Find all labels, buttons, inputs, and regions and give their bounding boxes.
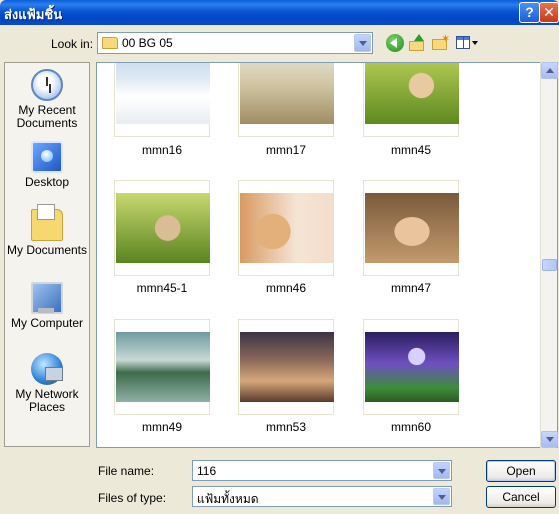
file-type-value: แฟ้มทั้งหมด (197, 492, 259, 506)
back-icon[interactable] (386, 34, 404, 52)
place-label: My Computer (10, 316, 84, 330)
thumbnail (238, 180, 334, 276)
scroll-up-icon[interactable] (541, 62, 558, 79)
thumbnail (363, 63, 459, 137)
views-menu-icon[interactable] (455, 34, 479, 52)
file-name: mmn16 (141, 143, 182, 157)
file-name-field[interactable]: 116 (192, 460, 452, 481)
place-label: My Documents (6, 243, 88, 257)
vertical-scrollbar[interactable] (540, 62, 558, 448)
thumbnail (363, 319, 459, 415)
image-thumbnail (365, 63, 459, 124)
close-button[interactable]: ✕ (539, 2, 559, 23)
thumbnail (363, 180, 459, 276)
place-label: Desktop (24, 175, 70, 189)
image-thumbnail (240, 63, 334, 124)
thumbnail (114, 63, 210, 137)
thumbnail (238, 319, 334, 415)
chevron-down-icon[interactable] (433, 462, 450, 479)
look-in-label: Look in: (51, 37, 94, 51)
help-button[interactable]: ? (519, 2, 540, 23)
cancel-button[interactable]: Cancel (486, 486, 556, 508)
file-name: mmn47 (390, 281, 431, 295)
network-places-icon (31, 353, 63, 385)
open-button[interactable]: Open (486, 460, 556, 482)
image-thumbnail (116, 63, 210, 124)
thumbnail (114, 319, 210, 415)
place-my-documents[interactable]: My Documents (5, 204, 89, 257)
place-label: My Recent Documents (16, 103, 78, 130)
scrollbar-thumb[interactable] (542, 259, 557, 271)
up-folder-icon[interactable] (408, 34, 426, 52)
file-name: mmn45-1 (136, 281, 188, 295)
scroll-down-icon[interactable] (541, 431, 558, 448)
look-in-dropdown[interactable]: 00 BG 05 (97, 32, 373, 54)
file-type-select[interactable]: แฟ้มทั้งหมด (192, 486, 452, 507)
image-thumbnail (240, 193, 334, 263)
file-name: mmn53 (265, 420, 306, 434)
place-my-computer[interactable]: My Computer (5, 282, 89, 330)
places-bar: My Recent Documents Desktop My Documents… (4, 62, 90, 447)
file-name: mmn60 (390, 420, 431, 434)
file-name: mmn17 (265, 143, 306, 157)
image-thumbnail (116, 332, 210, 402)
title-bar: ส่งแฟ้มชิ้น ? ✕ (0, 0, 559, 25)
recent-documents-icon (31, 69, 63, 101)
image-thumbnail (365, 193, 459, 263)
desktop-icon (31, 141, 63, 173)
file-type-label: Files of type: (98, 491, 167, 505)
chevron-down-icon[interactable] (354, 34, 371, 52)
my-computer-icon (31, 282, 63, 314)
image-thumbnail (365, 332, 459, 402)
place-label: My Network Places (15, 387, 79, 414)
file-name-value[interactable]: 116 (197, 464, 216, 478)
thumbnail (238, 63, 334, 137)
place-desktop[interactable]: Desktop (5, 141, 89, 189)
look-in-value: 00 BG 05 (122, 36, 173, 50)
thumbnail (114, 180, 210, 276)
image-thumbnail (116, 193, 210, 263)
file-list[interactable]: mmn16 mmn17 mmn45 mmn45-1 mmn46 mmn47 mm… (96, 62, 558, 448)
file-name-label: File name: (98, 464, 155, 478)
place-network[interactable]: My Network Places (5, 353, 89, 414)
file-name: mmn46 (265, 281, 306, 295)
my-documents-icon (31, 204, 63, 241)
folder-icon (102, 37, 118, 49)
chevron-down-icon[interactable] (433, 488, 450, 505)
window-title: ส่งแฟ้มชิ้น (4, 7, 63, 22)
image-thumbnail (240, 332, 334, 402)
file-name: mmn45 (390, 143, 431, 157)
new-folder-icon[interactable]: ✶ (431, 33, 450, 52)
place-recent-documents[interactable]: My Recent Documents (5, 69, 89, 130)
file-name: mmn49 (141, 420, 182, 434)
